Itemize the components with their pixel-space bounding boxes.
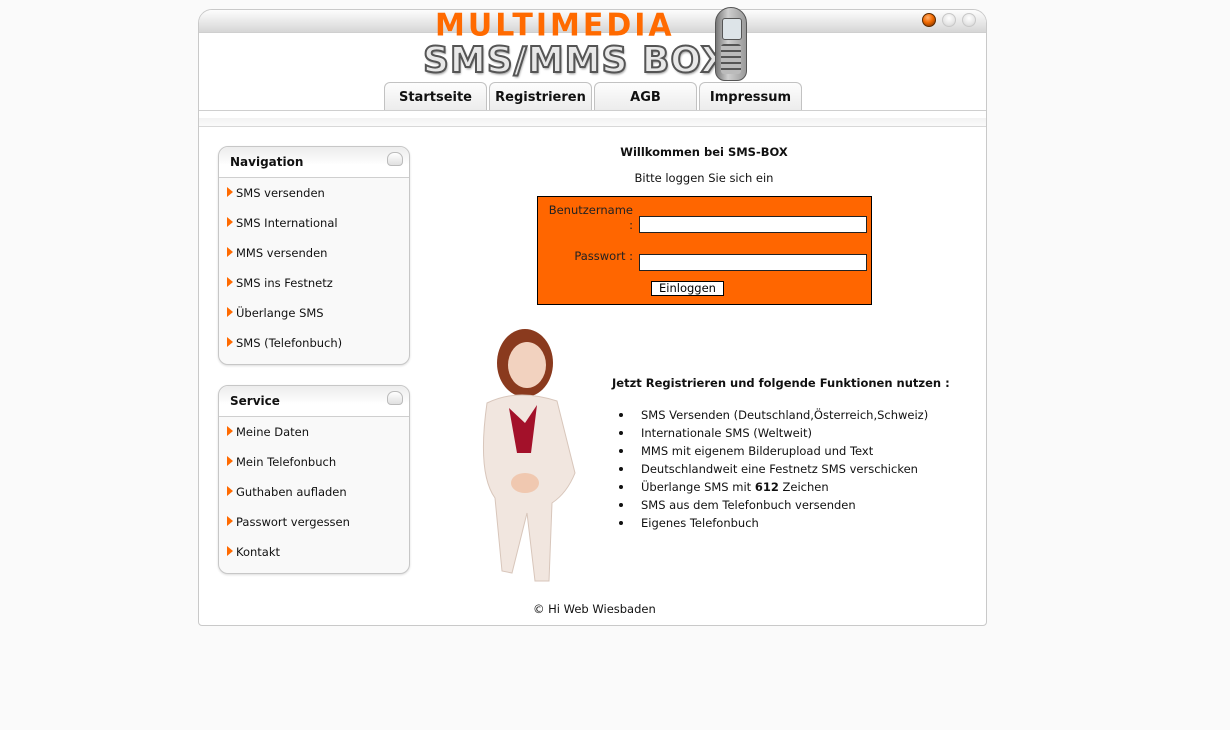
sidebar-item-mms-versenden[interactable]: MMS versenden [219,238,409,268]
feature-item: SMS Versenden (Deutschland,Österreich,Sc… [612,406,928,424]
footer-copyright: © Hi Web Wiesbaden [533,602,656,616]
orange-arrow-icon [227,307,233,317]
logo-sms-mms-box-text: SMS/MMS BOX [422,39,730,82]
sidebar-item-label: SMS International [236,216,338,230]
site-logo: MULTIMEDIA SMS/MMS BOX [422,7,753,82]
window-grey-button-icon[interactable] [962,13,976,27]
feature-item: MMS mit eigenem Bilderupload und Text [612,442,928,460]
orange-arrow-icon [227,337,233,347]
login-prompt: Bitte loggen Sie sich ein [634,171,774,185]
login-form: Benutzername : Passwort : Einloggen [537,196,872,305]
phone-screen [722,18,742,40]
header-divider [199,110,986,111]
top-navigation-tabs: Startseite Registrieren AGB Impressum [384,82,802,110]
orange-arrow-icon [227,426,233,436]
orange-arrow-icon [227,247,233,257]
page-frame: MULTIMEDIA SMS/MMS BOX Startseite Regist… [198,7,987,626]
feature-item: SMS aus dem Telefonbuch versenden [612,496,928,514]
window-orange-button-icon[interactable] [922,13,936,27]
password-input[interactable] [639,254,867,271]
navigation-panel-title: Navigation [230,155,304,169]
feature-item: Internationale SMS (Weltweit) [612,424,928,442]
username-label-colon: : [629,218,633,232]
bullet-icon [619,413,623,417]
sidebar-item-label: Guthaben aufladen [236,485,347,499]
sidebar-item-mein-telefonbuch[interactable]: Mein Telefonbuch [219,447,409,477]
tab-startseite[interactable]: Startseite [384,82,487,110]
sidebar-item-label: Mein Telefonbuch [236,455,337,469]
hand-shape [511,473,539,493]
sidebar-item-label: Überlange SMS [236,306,324,320]
sidebar-item-guthaben-aufladen[interactable]: Guthaben aufladen [219,477,409,507]
sidebar-item-label: Kontakt [236,545,281,559]
sidebar-item-label: MMS versenden [236,246,328,260]
bullet-icon [619,503,623,507]
phone-keypad [721,44,741,74]
max-characters-value: 612 [754,480,779,494]
sidebar-item-kontakt[interactable]: Kontakt [219,537,409,567]
panel-collapse-icon[interactable] [387,152,403,166]
panel-collapse-icon[interactable] [387,391,403,405]
tab-impressum[interactable]: Impressum [699,82,802,110]
bullet-icon [619,467,623,471]
feature-list: SMS Versenden (Deutschland,Österreich,Sc… [612,406,928,532]
feature-item: Überlange SMS mit 612 Zeichen [612,478,928,496]
sidebar-item-label: SMS versenden [236,186,325,200]
face-shape [508,342,546,388]
sidebar-item-label: Meine Daten [236,425,309,439]
logo-multimedia-text: MULTIMEDIA [435,7,675,44]
sidebar-item-ueberlange-sms[interactable]: Überlange SMS [219,298,409,328]
sidebar-item-passwort-vergessen[interactable]: Passwort vergessen [219,507,409,537]
bullet-icon [619,521,623,525]
orange-arrow-icon [227,546,233,556]
window-grey-button-icon[interactable] [942,13,956,27]
window-buttons [922,13,976,27]
bullet-icon [619,449,623,453]
navigation-panel: Navigation SMS versenden SMS Internation… [218,146,410,365]
orange-arrow-icon [227,486,233,496]
mobile-phone-icon [715,7,747,81]
navigation-panel-header: Navigation [219,147,409,178]
orange-arrow-icon [227,516,233,526]
feature-item: Eigenes Telefonbuch [612,514,928,532]
register-heading: Jetzt Registrieren und folgende Funktion… [612,376,950,390]
sidebar-item-meine-daten[interactable]: Meine Daten [219,417,409,447]
sidebar-item-label: Passwort vergessen [236,515,350,529]
sidebar-item-sms-telefonbuch[interactable]: SMS (Telefonbuch) [219,328,409,358]
username-input[interactable] [639,216,867,233]
sidebar-item-label: SMS ins Festnetz [236,276,333,290]
login-button[interactable]: Einloggen [651,281,724,296]
username-label: Benutzername [548,203,633,217]
bullet-icon [619,485,623,489]
tab-registrieren[interactable]: Registrieren [489,82,592,110]
password-label: Passwort : [574,249,633,263]
orange-arrow-icon [227,217,233,227]
header-bar [199,118,986,127]
service-panel-title: Service [230,394,280,408]
businesswoman-image [482,329,576,582]
orange-arrow-icon [227,187,233,197]
orange-arrow-icon [227,456,233,466]
sidebar-item-sms-international[interactable]: SMS International [219,208,409,238]
bullet-icon [619,431,623,435]
tab-agb[interactable]: AGB [594,82,697,110]
feature-item: Deutschlandweit eine Festnetz SMS versch… [612,460,928,478]
orange-arrow-icon [227,277,233,287]
sidebar-item-sms-versenden[interactable]: SMS versenden [219,178,409,208]
sidebar-item-label: SMS (Telefonbuch) [236,336,343,350]
sidebar-item-sms-ins-festnetz[interactable]: SMS ins Festnetz [219,268,409,298]
welcome-heading: Willkommen bei SMS-BOX [620,145,788,159]
service-panel-header: Service [219,386,409,417]
service-panel: Service Meine Daten Mein Telefonbuch Gut… [218,385,410,574]
